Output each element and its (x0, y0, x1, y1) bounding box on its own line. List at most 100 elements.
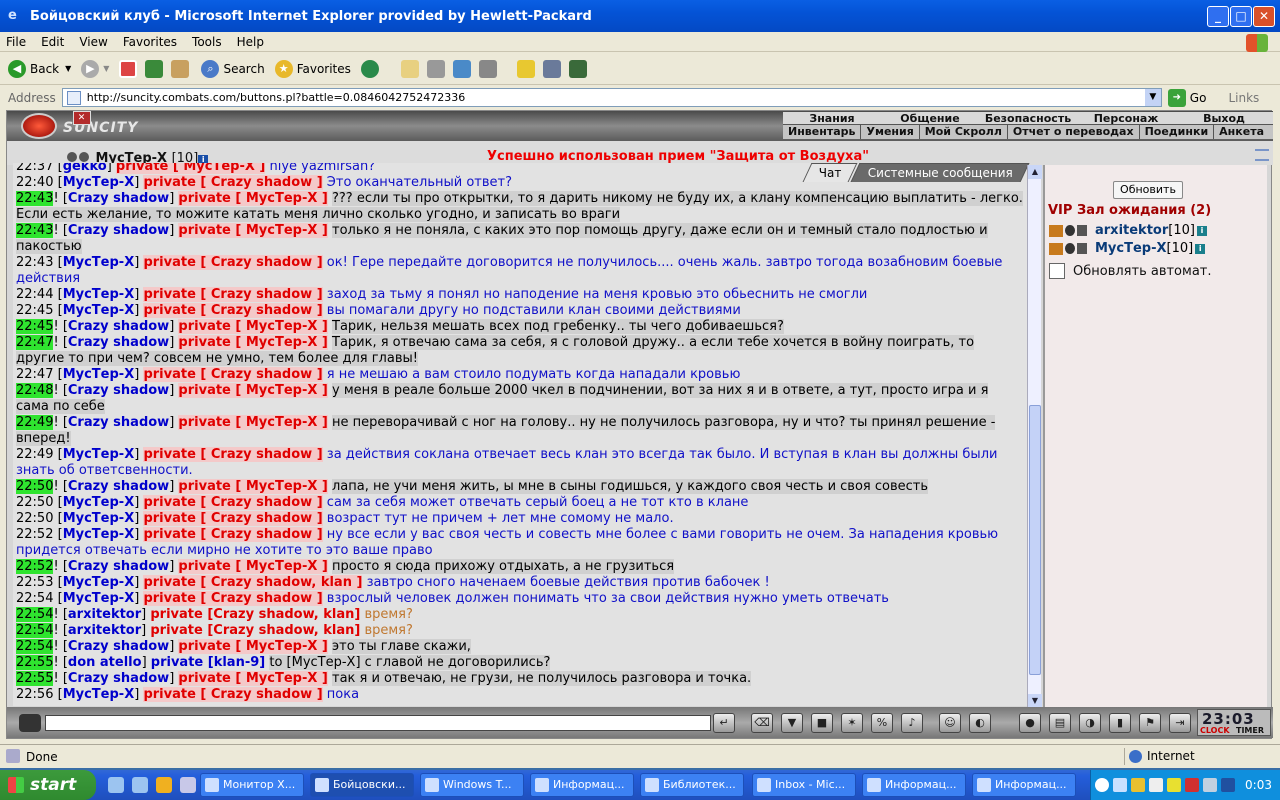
discuss-icon[interactable] (478, 59, 497, 78)
message-sender[interactable]: МусТер-Х (63, 591, 135, 606)
messenger-icon[interactable] (542, 59, 561, 78)
message-time[interactable]: 22:47 (16, 335, 54, 350)
message-private-to[interactable]: private [ Crazy shadow, klan ] (143, 575, 363, 590)
notes-icon[interactable] (516, 59, 535, 78)
task-button[interactable]: Inbox - Mic... (752, 773, 856, 797)
tray-icon[interactable] (1185, 778, 1199, 792)
percent-icon[interactable]: % (871, 713, 893, 733)
nav-knowledge[interactable]: Знания (783, 112, 881, 125)
message-time[interactable]: 22:43 (16, 191, 54, 206)
scroll-icon[interactable]: ▤ (1049, 713, 1071, 733)
minimize-button[interactable]: _ (1207, 6, 1229, 27)
nav-transfer-report[interactable]: Отчет о переводах (1006, 125, 1139, 139)
message-sender[interactable]: МусТер-Х (63, 255, 135, 270)
message-private-to[interactable]: private [Crazy shadow, klan] (150, 607, 360, 622)
sound-icon[interactable]: ♪ (901, 713, 923, 733)
fighter-icon[interactable]: ✶ (841, 713, 863, 733)
message-private-to[interactable]: private [ МусТер-Х ] (178, 559, 328, 574)
quicklaunch-icon[interactable] (156, 777, 172, 793)
message-private-to[interactable]: private [ МусТер-Х ] (178, 223, 328, 238)
tray-arrow-icon[interactable] (1095, 778, 1109, 792)
research-icon[interactable] (568, 59, 587, 78)
tab-chat[interactable]: Чат (802, 163, 858, 182)
smile-icon[interactable]: ☺ (939, 713, 961, 733)
back-button[interactable]: ◀ Back ▼ (8, 59, 71, 78)
message-time[interactable]: 22:55 (16, 671, 54, 686)
clock-label[interactable]: CLOCK (1200, 726, 1230, 735)
tray-icon[interactable] (1113, 778, 1127, 792)
message-sender[interactable]: Crazy shadow (68, 415, 169, 430)
message-time[interactable]: 22:47 (16, 367, 53, 382)
menu-favorites[interactable]: Favorites (123, 35, 177, 49)
nav-security[interactable]: Безопасность (979, 112, 1077, 125)
message-time[interactable]: 22:44 (16, 287, 53, 302)
task-button[interactable]: Информац... (530, 773, 634, 797)
message-private-to[interactable]: private [ МусТер-Х ] (178, 191, 328, 206)
chevron-down-icon[interactable]: ▼ (65, 64, 71, 73)
vip-user[interactable]: arxitektor [10] i (1049, 223, 1207, 238)
message-sender[interactable]: Crazy shadow (68, 671, 169, 686)
message-private-to[interactable]: private [ Crazy shadow ] (143, 527, 323, 542)
message-sender[interactable]: Crazy shadow (68, 319, 169, 334)
message-time[interactable]: 22:54 (16, 623, 54, 638)
message-time[interactable]: 22:52 (16, 559, 54, 574)
message-time[interactable]: 22:43 (16, 255, 53, 270)
info-icon[interactable]: i (1196, 225, 1207, 236)
chat-input[interactable] (45, 715, 711, 731)
tray-icon[interactable] (1221, 778, 1235, 792)
filter-icon[interactable]: ▼ (781, 713, 803, 733)
menu-edit[interactable]: Edit (41, 35, 64, 49)
title-bar[interactable]: e Бойцовский клуб - Microsoft Internet E… (0, 0, 1280, 32)
message-private-to[interactable]: private [ Crazy shadow ] (143, 511, 323, 526)
message-sender[interactable]: МусТер-Х (63, 687, 135, 702)
nav-battles[interactable]: Поединки (1138, 125, 1214, 139)
message-time[interactable]: 22:49 (16, 415, 54, 430)
auto-refresh-checkbox[interactable] (1049, 263, 1065, 279)
message-sender[interactable]: Crazy shadow (68, 383, 169, 398)
message-private-to[interactable]: private [ МусТер-Х ] (178, 383, 328, 398)
timer-label[interactable]: TIMER (1236, 726, 1264, 735)
message-time[interactable]: 22:40 (16, 175, 53, 190)
speaker-icon[interactable]: ◐ (969, 713, 991, 733)
message-time[interactable]: 22:54 (16, 607, 54, 622)
nav-my-scroll[interactable]: Мой Скролл (918, 125, 1007, 139)
scroll-thumb[interactable] (1029, 405, 1041, 675)
edit-icon[interactable] (452, 59, 471, 78)
send-icon[interactable]: ↵ (713, 713, 735, 733)
message-time[interactable]: 22:55 (16, 655, 54, 670)
task-button[interactable]: Бойцовски... (310, 773, 414, 797)
message-private-to[interactable]: private [ МусТер-Х ] (178, 639, 328, 654)
menu-grip-icon[interactable] (1255, 149, 1269, 161)
nav-skills[interactable]: Умения (860, 125, 918, 139)
message-time[interactable]: 22:49 (16, 447, 53, 462)
message-sender[interactable]: МусТер-Х (63, 495, 135, 510)
message-private-to[interactable]: private [ МусТер-Х ] (178, 479, 328, 494)
nav-profile[interactable]: Анкета (1213, 125, 1269, 139)
favorites-button[interactable]: ★ Favorites (274, 59, 351, 78)
nav-exit[interactable]: Выход (1175, 112, 1273, 125)
message-sender[interactable]: Crazy shadow (68, 479, 169, 494)
message-private-to[interactable]: private [ Crazy shadow ] (143, 287, 323, 302)
message-time[interactable]: 22:54 (16, 639, 54, 654)
mail-icon[interactable] (400, 59, 419, 78)
chevron-down-icon[interactable]: ▼ (1144, 89, 1161, 106)
message-sender[interactable]: gekko (63, 163, 107, 174)
message-sender[interactable]: Crazy shadow (68, 335, 169, 350)
message-sender[interactable]: Crazy shadow (68, 223, 169, 238)
ie-icon[interactable] (132, 777, 148, 793)
message-sender[interactable]: МусТер-Х (63, 447, 135, 462)
message-time[interactable]: 22:48 (16, 383, 54, 398)
task-button[interactable]: Информац... (972, 773, 1076, 797)
tray-icon[interactable] (1203, 778, 1217, 792)
refresh-button[interactable]: Обновить (1113, 181, 1183, 199)
message-time[interactable]: 22:37 (16, 163, 53, 174)
message-private-to[interactable]: private [ Crazy shadow ] (143, 495, 323, 510)
chat-scrollbar[interactable]: ▲ ▼ (1027, 165, 1042, 708)
tray-icon[interactable] (1149, 778, 1163, 792)
message-sender[interactable]: don atello (68, 655, 142, 670)
message-sender[interactable]: МусТер-Х (63, 511, 135, 526)
start-button[interactable]: start (0, 770, 96, 800)
quicklaunch-icon[interactable] (108, 777, 124, 793)
nav-character[interactable]: Персонаж (1077, 112, 1175, 125)
message-time[interactable]: 22:50 (16, 511, 53, 526)
